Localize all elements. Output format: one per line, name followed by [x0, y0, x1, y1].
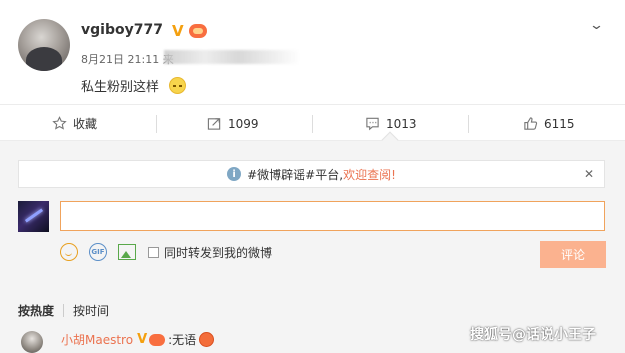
vip-crown-icon [189, 24, 207, 38]
notice-link[interactable]: 欢迎查阅! [343, 166, 396, 183]
composer-toolbar: GIF 同时转发到我的微博 [60, 242, 272, 262]
sort-by-time-tab[interactable]: 按时间 [73, 302, 109, 319]
watermark: 搜狐号@话说小王子 [470, 327, 596, 343]
commenter-username[interactable]: 小胡Maestro [61, 331, 133, 348]
favorite-button[interactable]: 收藏 [52, 105, 97, 142]
author-avatar[interactable] [18, 19, 70, 71]
post-text: 私生粉别这样 [81, 80, 160, 95]
post-timestamp[interactable]: 8月21日 21:11 来 [81, 51, 174, 67]
emoji-picker-icon[interactable] [60, 243, 78, 261]
rumor-notice-banner: i #微博辟谣#平台, 欢迎查阅! ✕ [18, 160, 605, 188]
comment-count: 1013 [386, 116, 417, 131]
commenter-avatar[interactable] [21, 331, 43, 353]
close-icon[interactable]: ✕ [584, 167, 594, 181]
repost-checkbox[interactable] [148, 246, 159, 258]
comment-text: :无语 [168, 333, 197, 347]
repost-icon [207, 118, 221, 130]
action-bar: 收藏 1099 1013 6115 [0, 104, 625, 141]
angry-emoji-icon [199, 332, 215, 347]
verified-badge-icon: V [137, 332, 148, 347]
repost-count: 1099 [228, 116, 259, 131]
blurred-source [164, 50, 300, 64]
speechless-emoji-icon [169, 77, 186, 94]
image-upload-icon[interactable] [118, 244, 136, 260]
submit-comment-button[interactable]: 评论 [540, 241, 606, 268]
gif-icon[interactable]: GIF [89, 243, 107, 261]
like-button[interactable]: 6115 [523, 105, 575, 142]
current-user-avatar [18, 201, 49, 232]
like-count: 6115 [544, 116, 575, 131]
weibo-post: vgiboy777 V 8月21日 21:11 来 私生粉别这样 ⌄ [0, 0, 625, 104]
thumbs-up-icon [524, 117, 538, 130]
comment-sort-tabs: 按热度 按时间 [18, 302, 109, 319]
star-icon [52, 116, 67, 130]
repost-checkbox-label[interactable]: 同时转发到我的微博 [164, 244, 272, 261]
repost-button[interactable]: 1099 [207, 105, 259, 142]
info-icon: i [227, 167, 242, 181]
divider [312, 115, 313, 133]
comment-input[interactable] [60, 201, 605, 231]
divider [63, 304, 65, 317]
verified-badge-icon: V [172, 22, 184, 40]
divider [156, 115, 157, 133]
chevron-down-icon[interactable]: ⌄ [589, 18, 604, 33]
author-username[interactable]: vgiboy777 [81, 22, 163, 38]
favorite-label: 收藏 [73, 117, 98, 131]
vip-crown-icon [149, 333, 166, 346]
divider [468, 115, 469, 133]
comment-icon [366, 117, 379, 131]
rumor-topic-link[interactable]: #微博辟谣#平台, [247, 166, 343, 183]
sort-by-hot-tab[interactable]: 按热度 [18, 302, 54, 319]
comment-item: 小胡Maestro V :无语 [61, 331, 215, 348]
comment-section: i #微博辟谣#平台, 欢迎查阅! ✕ GIF 同时转发到我的微博 评论 按热度… [0, 141, 625, 353]
